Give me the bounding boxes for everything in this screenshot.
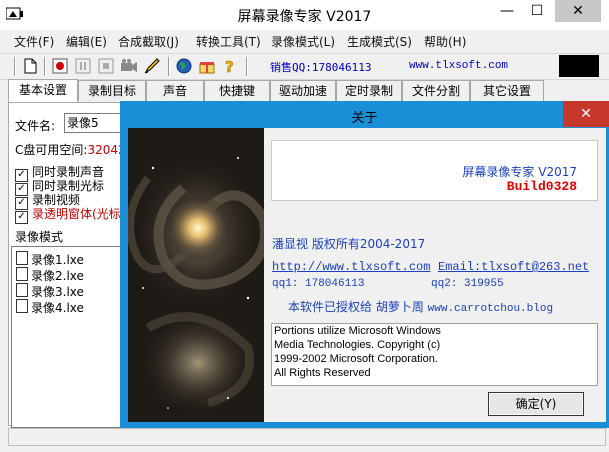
checkbox-label: 录透明窗体(光标: [32, 207, 121, 221]
notice-line: All Rights Reserved: [274, 367, 371, 379]
about-dialog: 关于 ✕ 屏幕录像专家 V2017 Build0328 潘显视 版权所有2004…: [120, 101, 609, 428]
stop-icon[interactable]: [97, 57, 115, 75]
notice-line: Media Technologies. Copyright (c): [274, 339, 441, 351]
file-name-label: 文件名:: [15, 119, 56, 133]
pause-icon[interactable]: [74, 57, 92, 75]
license-owner: 本软件已授权给 胡萝卜周: [288, 300, 428, 314]
menu-bar: 文件(F) 编辑(E) 合成截取(J) 转换工具(T) 录像模式(L) 生成模式…: [0, 31, 609, 51]
tab-timed-record[interactable]: 定时录制: [336, 80, 402, 101]
recording-name: 录像2.lxe: [31, 269, 84, 283]
tab-record-target[interactable]: 录制目标: [78, 80, 146, 101]
tab-driver-accel[interactable]: 驱动加速: [270, 80, 336, 101]
gift-icon[interactable]: [198, 57, 216, 75]
toolbar: ? 销售QQ:178046113 www.tlxsoft.com: [0, 53, 609, 80]
globe-icon[interactable]: [175, 57, 193, 75]
new-file-icon[interactable]: [21, 57, 39, 75]
tab-sound[interactable]: 声音: [146, 80, 204, 101]
menu-help[interactable]: 帮助(H): [424, 33, 466, 50]
minimize-button[interactable]: —: [492, 0, 522, 22]
toolbar-separator: [14, 57, 16, 76]
galaxy-image: [128, 128, 264, 422]
qq1-text: qq1: 178046113: [272, 278, 365, 290]
toolbar-separator: [168, 57, 170, 76]
tab-basic-settings[interactable]: 基本设置: [8, 79, 78, 102]
maximize-button[interactable]: ☐: [522, 0, 552, 22]
camera-icon[interactable]: [120, 57, 138, 75]
recordings-list[interactable]: 录像1.lxe 录像2.lxe 录像3.lxe 录像4.lxe: [11, 246, 123, 428]
ok-button[interactable]: 确定(Y): [488, 392, 584, 416]
toolbar-separator: [44, 57, 46, 76]
document-icon: [16, 283, 28, 297]
checkbox-record-transparent[interactable]: ✓ 录透明窗体(光标: [15, 205, 121, 224]
about-dialog-body: 屏幕录像专家 V2017 Build0328 潘显视 版权所有2004-2017…: [128, 128, 606, 422]
email-link[interactable]: Email:tlxsoft@263.net: [438, 260, 589, 274]
help-icon[interactable]: ?: [221, 57, 239, 75]
document-icon: [16, 251, 28, 265]
tab-file-split[interactable]: 文件分割: [402, 80, 470, 101]
checkbox-checked-icon: ✓: [15, 211, 28, 224]
pen-icon[interactable]: [143, 57, 161, 75]
menu-record-mode[interactable]: 录像模式(L): [271, 33, 335, 50]
menu-convert[interactable]: 转换工具(T): [196, 33, 261, 50]
sales-qq-text: 销售QQ:178046113: [270, 61, 372, 74]
title-bar[interactable]: 屏幕录像专家 V2017 — ☐ ✕: [0, 0, 609, 30]
tab-other-settings[interactable]: 其它设置: [470, 80, 544, 101]
recording-name: 录像4.lxe: [31, 301, 84, 315]
list-item[interactable]: 录像4.lxe: [16, 298, 84, 316]
notice-line: Portions utilize Microsoft Windows: [274, 325, 441, 337]
menu-file[interactable]: 文件(F): [14, 33, 54, 50]
disk-space-label: C盘可用空间:320428: [15, 141, 133, 158]
recording-name: 录像1.lxe: [31, 253, 84, 267]
about-dialog-title: 关于: [351, 111, 378, 126]
qq2-text: qq2: 319955: [431, 278, 504, 290]
toolbar-separator: [246, 57, 248, 76]
license-text: 本软件已授权给 胡萝卜周 www.carrotchou.blog: [288, 298, 553, 315]
close-button[interactable]: ✕: [555, 0, 601, 22]
preview-box: [559, 55, 599, 77]
status-bar: [8, 428, 606, 446]
menu-compose[interactable]: 合成截取(J): [118, 33, 179, 50]
microsoft-notice-box[interactable]: Portions utilize Microsoft Windows Media…: [271, 323, 598, 386]
svg-text:?: ?: [225, 58, 234, 75]
document-icon: [16, 267, 28, 281]
license-blog: www.carrotchou.blog: [427, 303, 554, 315]
homepage-link[interactable]: http://www.tlxsoft.com: [272, 260, 430, 274]
notice-line: 1999-2002 Microsoft Corporation.: [274, 353, 438, 365]
product-info-box: 屏幕录像专家 V2017 Build0328: [271, 140, 598, 201]
disk-space-text: C盘可用空间:: [15, 143, 88, 157]
about-close-button[interactable]: ✕: [563, 101, 609, 127]
product-name: 屏幕录像专家 V2017: [462, 165, 577, 179]
build-number: Build0328: [506, 179, 577, 194]
record-icon[interactable]: [51, 57, 69, 75]
menu-generate-mode[interactable]: 生成模式(S): [347, 33, 412, 50]
record-mode-label: 录像模式: [15, 230, 64, 244]
document-icon: [16, 299, 28, 313]
website-link[interactable]: www.tlxsoft.com: [409, 60, 508, 72]
tab-hotkeys[interactable]: 快捷键: [204, 80, 270, 101]
menu-edit[interactable]: 编辑(E): [66, 33, 107, 50]
recording-name: 录像3.lxe: [31, 285, 84, 299]
copyright-text: 潘显视 版权所有2004-2017: [272, 237, 426, 251]
